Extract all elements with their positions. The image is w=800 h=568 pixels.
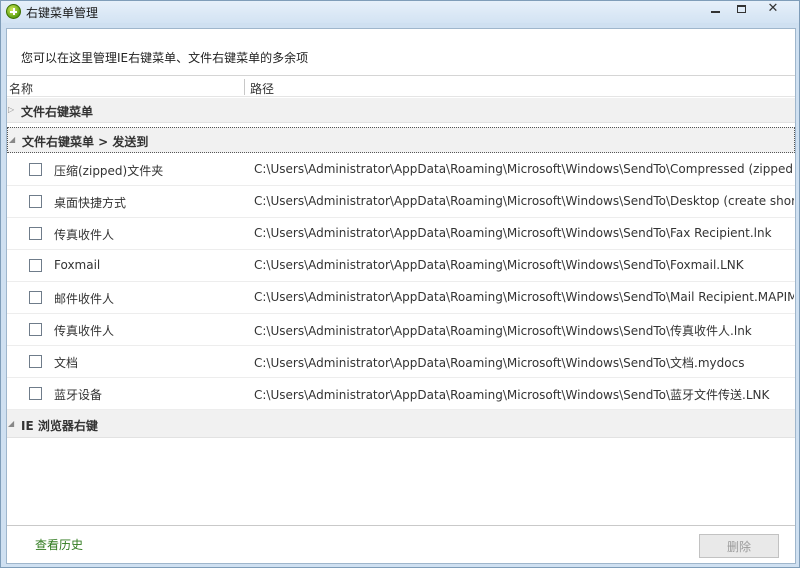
maximize-button[interactable] xyxy=(728,1,754,17)
list-item[interactable]: 传真收件人 C:\Users\Administrator\AppData\Roa… xyxy=(7,218,795,250)
list-item[interactable]: 蓝牙设备 C:\Users\Administrator\AppData\Roam… xyxy=(7,378,795,410)
minimize-icon xyxy=(710,11,720,13)
minimize-button[interactable] xyxy=(702,1,728,17)
title-bar[interactable]: 右键菜单管理 ✕ xyxy=(1,1,799,23)
group-row-file-menu[interactable]: ▷ 文件右键菜单 xyxy=(7,98,795,123)
list-item[interactable]: 压缩(zipped)文件夹 C:\Users\Administrator\App… xyxy=(7,154,795,186)
item-checkbox[interactable] xyxy=(29,163,42,176)
item-checkbox[interactable] xyxy=(29,387,42,400)
item-name: 传真收件人 xyxy=(54,324,115,338)
item-checkbox[interactable] xyxy=(29,227,42,240)
item-path: C:\Users\Administrator\AppData\Roaming\M… xyxy=(254,356,745,370)
footer-divider xyxy=(7,525,795,526)
column-header-path[interactable]: 路径 xyxy=(250,80,274,97)
maximize-icon xyxy=(736,5,746,13)
item-name: 蓝牙设备 xyxy=(54,388,103,402)
main-panel: 您可以在这里管理IE右键菜单、文件右键菜单的多余项 名称 路径 ▷ 文件右键菜单… xyxy=(6,28,796,564)
description-text: 您可以在这里管理IE右键菜单、文件右键菜单的多余项 xyxy=(21,51,309,65)
close-icon: ✕ xyxy=(767,1,779,16)
list-item[interactable]: 文档 C:\Users\Administrator\AppData\Roamin… xyxy=(7,346,795,378)
view-history-link[interactable]: 查看历史 xyxy=(35,536,83,553)
item-name: 桌面快捷方式 xyxy=(54,196,127,210)
group-label: 文件右键菜单 > 发送到 xyxy=(22,135,149,149)
group-row-ie-menu[interactable]: ◢ IE 浏览器右键 xyxy=(7,410,795,438)
item-name: 邮件收件人 xyxy=(54,292,115,306)
column-separator[interactable] xyxy=(244,79,245,95)
item-path: C:\Users\Administrator\AppData\Roaming\M… xyxy=(254,324,752,338)
collapse-arrow-icon[interactable]: ◢ xyxy=(9,135,15,144)
expand-arrow-icon[interactable]: ▷ xyxy=(8,105,14,114)
close-button[interactable]: ✕ xyxy=(758,1,788,17)
list-item[interactable]: Foxmail C:\Users\Administrator\AppData\R… xyxy=(7,250,795,282)
list-item[interactable]: 桌面快捷方式 C:\Users\Administrator\AppData\Ro… xyxy=(7,186,795,218)
list-item[interactable]: 邮件收件人 C:\Users\Administrator\AppData\Roa… xyxy=(7,282,795,314)
collapse-arrow-icon[interactable]: ◢ xyxy=(8,419,14,428)
item-checkbox[interactable] xyxy=(29,323,42,336)
item-checkbox[interactable] xyxy=(29,195,42,208)
item-path: C:\Users\Administrator\AppData\Roaming\M… xyxy=(254,258,744,272)
item-checkbox[interactable] xyxy=(29,355,42,368)
item-name: 压缩(zipped)文件夹 xyxy=(54,164,164,178)
item-name: 传真收件人 xyxy=(54,228,115,242)
window: 右键菜单管理 ✕ 您可以在这里管理IE右键菜单、文件右键菜单的多余项 名称 路径… xyxy=(0,0,800,568)
item-path: C:\Users\Administrator\AppData\Roaming\M… xyxy=(254,290,794,304)
window-title: 右键菜单管理 xyxy=(26,6,99,20)
delete-button[interactable]: 删除 xyxy=(699,534,779,558)
group-label: 文件右键菜单 xyxy=(21,105,94,119)
item-path: C:\Users\Administrator\AppData\Roaming\M… xyxy=(254,194,794,208)
list-header: 名称 路径 xyxy=(7,75,795,97)
column-header-name[interactable]: 名称 xyxy=(9,80,33,97)
group-row-send-to[interactable]: ◢ 文件右键菜单 > 发送到 xyxy=(7,127,795,153)
item-path: C:\Users\Administrator\AppData\Roaming\M… xyxy=(254,162,794,176)
group-label: IE 浏览器右键 xyxy=(21,419,98,433)
app-plus-icon xyxy=(6,4,21,19)
item-path: C:\Users\Administrator\AppData\Roaming\M… xyxy=(254,388,770,402)
item-checkbox[interactable] xyxy=(29,259,42,272)
item-name: 文档 xyxy=(54,356,79,370)
list-item[interactable]: 传真收件人 C:\Users\Administrator\AppData\Roa… xyxy=(7,314,795,346)
item-checkbox[interactable] xyxy=(29,291,42,304)
item-name: Foxmail xyxy=(54,258,101,272)
item-path: C:\Users\Administrator\AppData\Roaming\M… xyxy=(254,226,772,240)
